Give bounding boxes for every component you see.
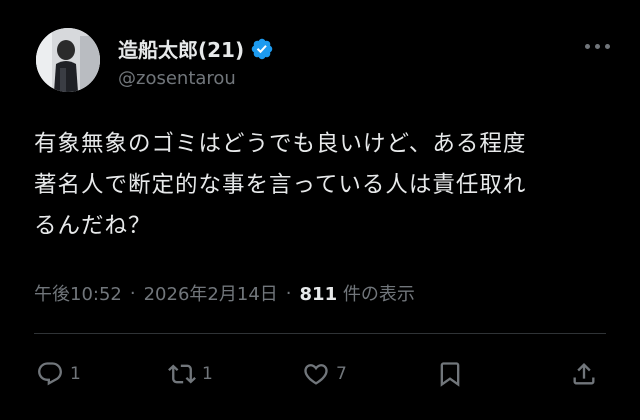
like-count: 7 (336, 364, 347, 384)
display-name[interactable]: 造船太郎(21) (118, 34, 244, 63)
view-count: 811 (299, 284, 338, 305)
tweet-meta: 午後10:52 · 2026年2月14日 · 811 件の表示 (34, 280, 415, 306)
divider (34, 333, 606, 334)
share-icon (573, 363, 595, 385)
retweet-icon (168, 364, 196, 384)
reply-icon (38, 362, 62, 386)
like-icon (304, 364, 328, 385)
bookmark-icon (440, 362, 460, 387)
meta-separator: · (129, 282, 136, 304)
tweet-header: 造船太郎(21) @zosentarou (36, 28, 616, 98)
share-button[interactable] (570, 360, 598, 388)
avatar[interactable] (36, 28, 100, 92)
tweet-time[interactable]: 午後10:52 (34, 280, 122, 306)
tweet-date[interactable]: 2026年2月14日 (144, 280, 278, 306)
more-icon[interactable] (579, 38, 616, 55)
tweet-text: 有象無象のゴミはどうでも良いけど、ある程度 著名人で断定的な事を言っている人は責… (34, 131, 527, 239)
verified-badge-icon (251, 38, 273, 59)
retweet-count: 1 (202, 364, 213, 384)
action-bar: 1 1 7 (34, 360, 604, 400)
view-label: 件の表示 (342, 284, 415, 305)
reply-button[interactable]: 1 (36, 360, 81, 388)
retweet-button[interactable]: 1 (168, 360, 213, 388)
reply-count: 1 (70, 364, 81, 384)
user-handle[interactable]: @zosentarou (118, 68, 236, 89)
like-button[interactable]: 7 (302, 360, 347, 388)
bookmark-button[interactable] (436, 360, 464, 388)
meta-separator: · (285, 282, 292, 304)
